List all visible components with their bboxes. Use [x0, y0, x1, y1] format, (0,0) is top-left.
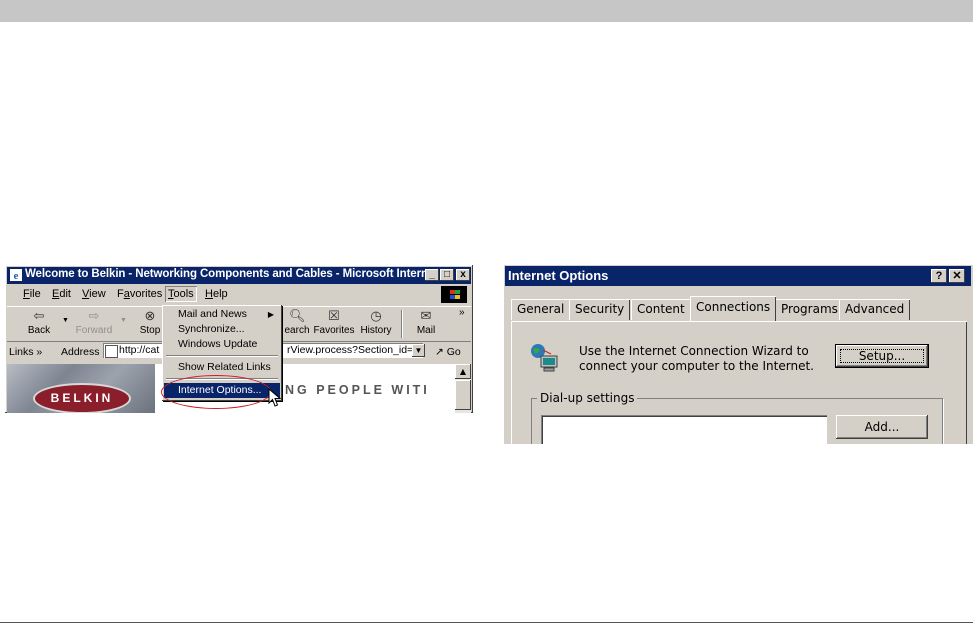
forward-arrow-icon: ⇨	[88, 308, 100, 323]
close-button[interactable]: x	[456, 269, 470, 281]
menu-item-windows-update[interactable]: Windows Update	[164, 337, 280, 352]
banner-tagline: NG PEOPLE WITI	[285, 383, 430, 397]
top-gray-bar	[0, 0, 973, 22]
setup-button[interactable]: Setup...	[835, 344, 929, 368]
ie-window-title: Welcome to Belkin - Networking Component…	[25, 268, 438, 280]
menu-tools[interactable]: Tools	[165, 286, 197, 302]
mouse-cursor-icon	[268, 388, 282, 407]
tab-advanced[interactable]: Advanced	[839, 299, 911, 320]
menu-item-synchronize[interactable]: Synchronize...	[164, 322, 280, 337]
scroll-up-icon[interactable]: ▲	[455, 364, 471, 379]
address-dropdown-icon[interactable]: ▼	[412, 344, 425, 357]
menu-help[interactable]: Help	[205, 288, 228, 300]
add-button[interactable]: Add...	[836, 415, 928, 439]
dialog-title-bar[interactable]: Internet Options ? ✕	[505, 266, 971, 286]
menu-item-show-related-links[interactable]: Show Related Links	[164, 360, 280, 375]
scroll-thumb[interactable]	[455, 380, 471, 410]
links-label[interactable]: Links »	[9, 346, 42, 358]
toolbar-chevron-icon[interactable]: »	[459, 307, 465, 318]
page-icon	[105, 345, 118, 358]
search-button[interactable]: 🔍︎ earch	[281, 308, 313, 337]
back-dropdown-icon[interactable]: ▼	[62, 317, 69, 324]
menu-file[interactable]: File	[23, 288, 41, 300]
stop-button[interactable]: ⊗ Stop	[135, 308, 165, 337]
ie-title-bar[interactable]: e Welcome to Belkin - Networking Compone…	[7, 267, 471, 284]
go-button[interactable]: ↗ Go	[435, 346, 461, 358]
highlight-circle	[161, 375, 271, 409]
back-arrow-icon: ⇦	[33, 308, 45, 323]
dialup-connections-list[interactable]	[541, 415, 827, 444]
history-icon: ◷	[370, 308, 382, 323]
menu-separator	[166, 355, 278, 357]
dialup-settings-label: Dial-up settings	[537, 391, 638, 405]
help-button[interactable]: ?	[931, 269, 947, 283]
mail-icon: ✉	[420, 308, 432, 323]
wizard-description: Use the Internet Connection Wizard to co…	[579, 344, 814, 373]
toolbar-separator	[401, 310, 402, 338]
connection-wizard-icon	[531, 344, 558, 372]
tab-general[interactable]: General	[511, 299, 571, 320]
dialog-title: Internet Options	[508, 268, 609, 283]
back-button[interactable]: ⇦ Back	[21, 308, 57, 337]
mail-button[interactable]: ✉ Mail	[411, 308, 441, 337]
stop-icon: ⊗	[144, 308, 156, 323]
go-arrow-icon: ↗	[435, 346, 444, 358]
menu-edit[interactable]: Edit	[52, 288, 71, 300]
favorites-button[interactable]: ☒ Favorites	[313, 308, 355, 337]
menu-view[interactable]: View	[82, 288, 106, 300]
windows-logo-icon	[441, 286, 467, 303]
tab-connections[interactable]: Connections	[690, 296, 777, 321]
ie-menu-bar: File Edit View Favorites Tools Help	[7, 286, 471, 304]
minimize-button[interactable]: _	[425, 269, 439, 281]
address-label: Address	[61, 346, 100, 358]
maximize-button[interactable]: □	[440, 269, 454, 281]
tab-content[interactable]: Content	[631, 299, 691, 320]
tab-security[interactable]: Security	[569, 299, 631, 320]
tab-programs[interactable]: Programs	[775, 299, 844, 320]
internet-options-dialog: Internet Options ? ✕ General Security Co…	[503, 264, 973, 444]
forward-button[interactable]: ⇨ Forward	[73, 308, 115, 337]
history-button[interactable]: ◷ History	[359, 308, 393, 337]
submenu-arrow-icon: ▶	[267, 310, 274, 319]
vertical-scrollbar[interactable]: ▲	[455, 364, 471, 413]
menu-item-mail-and-news[interactable]: Mail and News ▶	[164, 307, 280, 322]
bottom-rule	[0, 622, 973, 623]
belkin-logo[interactable]: BELKIN	[33, 383, 131, 413]
ie-logo-icon: e	[10, 269, 22, 282]
svg-text:e: e	[14, 270, 19, 282]
search-icon: 🔍︎	[289, 308, 306, 323]
dialog-close-button[interactable]: ✕	[949, 269, 965, 283]
menu-favorites[interactable]: Favorites	[117, 288, 162, 300]
banner-image: BELKIN	[7, 364, 155, 413]
favorites-icon: ☒	[328, 308, 340, 323]
forward-dropdown-icon[interactable]: ▼	[120, 317, 127, 324]
